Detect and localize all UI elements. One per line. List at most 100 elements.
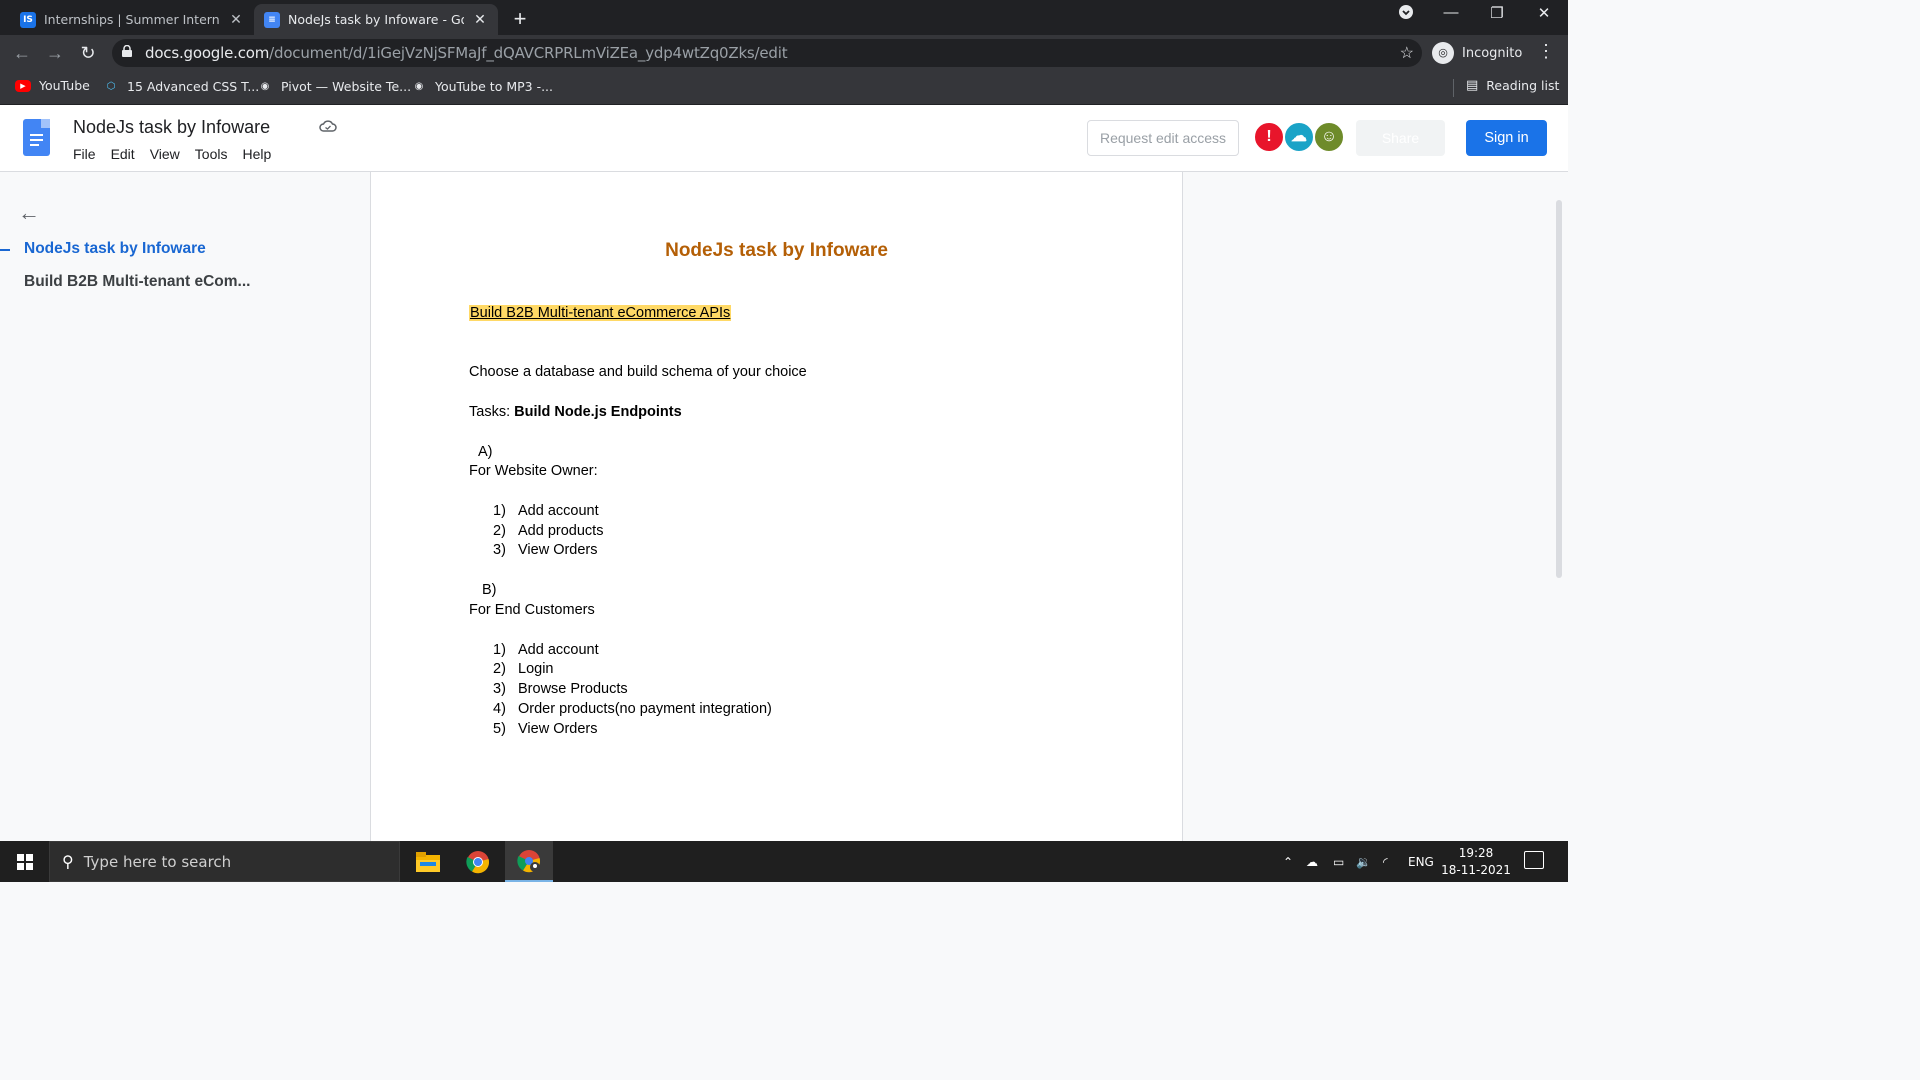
clock-time: 19:28: [1458, 846, 1494, 860]
reading-list-label: Reading list: [1486, 78, 1560, 93]
bookmarks-separator: [1453, 79, 1454, 97]
clock-date: 18-11-2021: [1441, 863, 1511, 877]
close-window-icon[interactable]: ✕: [1529, 4, 1559, 22]
docs-menu-bar: File Edit View Tools Help: [73, 146, 271, 162]
bookmark-youtube[interactable]: ▶ YouTube: [15, 78, 90, 93]
taskbar-clock[interactable]: 19:28 18-11-2021: [1440, 845, 1512, 879]
avatar[interactable]: !: [1253, 121, 1285, 153]
browser-tab-strip: IS Internships | Summer Internship ✕ ≡ N…: [0, 0, 1568, 35]
taskbar-search[interactable]: ⚲ Type here to search: [49, 841, 400, 882]
section-a-label: A): [478, 444, 493, 460]
bookmark-label: YouTube: [39, 78, 90, 93]
menu-tools[interactable]: Tools: [195, 146, 228, 162]
docs-logo-icon[interactable]: [23, 119, 50, 156]
forward-icon[interactable]: →: [43, 41, 67, 65]
start-button[interactable]: [0, 841, 49, 882]
list-item: 1) Add account: [493, 642, 599, 658]
list-item: 2) Add products: [493, 523, 604, 539]
document-subheading: Build B2B Multi-tenant eCommerce APIs: [469, 305, 732, 321]
reload-icon[interactable]: ↻: [76, 41, 100, 65]
reading-list[interactable]: ▤ Reading list: [1466, 78, 1559, 93]
menu-help[interactable]: Help: [242, 146, 271, 162]
chrome-incognito-icon[interactable]: [505, 841, 553, 882]
url-text: docs.google.com/document/d/1iGejVzNjSFMa…: [145, 44, 788, 62]
bookmark-pivot[interactable]: ◉ Pivot — Website Te...: [257, 78, 411, 94]
globe-icon: ◉: [414, 80, 424, 92]
list-item: 5) View Orders: [493, 721, 598, 737]
search-placeholder: Type here to search: [83, 852, 232, 871]
notification-center-icon[interactable]: [1524, 851, 1544, 869]
bookmark-label: 15 Advanced CSS T...: [127, 78, 260, 94]
internshala-favicon-icon: IS: [20, 11, 36, 28]
document-page: NodeJs task by Infoware Build B2B Multi-…: [370, 172, 1183, 841]
volume-icon[interactable]: 🔉: [1356, 841, 1371, 882]
list-item: 4) Order products(no payment integration): [493, 701, 772, 717]
incognito-profile[interactable]: ◎ Incognito: [1432, 40, 1522, 66]
cloud-status-icon[interactable]: [319, 119, 337, 135]
section-b-label: B): [482, 582, 497, 598]
close-tab-icon[interactable]: ✕: [228, 12, 244, 28]
bookmark-star-icon[interactable]: ☆: [1400, 43, 1414, 63]
list-item: 3) View Orders: [493, 542, 598, 558]
battery-icon[interactable]: ▭: [1333, 841, 1344, 882]
list-item: 3) Browse Products: [493, 681, 628, 697]
windows-taskbar: ⚲ Type here to search ⌃ ☁ ▭ 🔉 ◜ ENG 19:2…: [0, 841, 1568, 882]
restore-icon[interactable]: ❐: [1482, 4, 1512, 22]
bookmark-css[interactable]: ⬡ 15 Advanced CSS T...: [103, 78, 260, 94]
menu-edit[interactable]: Edit: [111, 146, 135, 162]
back-icon[interactable]: ←: [10, 41, 34, 65]
document-title[interactable]: NodeJs task by Infoware: [73, 117, 270, 138]
close-tab-icon[interactable]: ✕: [472, 12, 488, 28]
chrome-menu-icon[interactable]: ⋮: [1536, 41, 1556, 62]
file-explorer-icon[interactable]: [404, 841, 452, 882]
globe-icon: ◉: [260, 80, 270, 92]
tab-docs[interactable]: ≡ NodeJs task by Infoware - Googl ✕: [254, 4, 498, 35]
hexagon-icon: ⬡: [106, 80, 116, 92]
wifi-icon[interactable]: ◜: [1383, 841, 1388, 882]
youtube-icon: ▶: [15, 79, 31, 92]
tab-search-icon[interactable]: [1391, 4, 1421, 24]
outline-active-marker: [0, 249, 10, 251]
list-item: 2) Login: [493, 661, 554, 677]
list-item: 1) Add account: [493, 503, 599, 519]
outline-item-build[interactable]: Build B2B Multi-tenant eCom...: [24, 273, 250, 291]
incognito-label: Incognito: [1462, 45, 1523, 61]
right-margin-pane: [1183, 172, 1568, 841]
menu-file[interactable]: File: [73, 146, 96, 162]
outline-item-title[interactable]: NodeJs task by Infoware: [24, 240, 206, 258]
incognito-icon: ◎: [1432, 42, 1454, 64]
bookmark-yt-mp3[interactable]: ◉ YouTube to MP3 -...: [411, 78, 553, 94]
tab-title: NodeJs task by Infoware - Googl: [288, 12, 464, 27]
tasks-prefix: Tasks:: [469, 404, 515, 420]
close-outline-arrow-icon[interactable]: ←: [18, 200, 40, 226]
tab-internships[interactable]: IS Internships | Summer Internship ✕: [10, 4, 254, 35]
tab-title: Internships | Summer Internship: [44, 12, 220, 27]
docs-favicon-icon: ≡: [264, 11, 280, 28]
menu-view[interactable]: View: [150, 146, 180, 162]
intro-text: Choose a database and build schema of yo…: [469, 364, 807, 380]
search-icon: ⚲: [62, 852, 74, 871]
lock-icon[interactable]: [122, 44, 136, 61]
avatar[interactable]: ☺: [1313, 121, 1345, 153]
chrome-icon[interactable]: [454, 841, 502, 882]
minimize-icon[interactable]: —: [1436, 4, 1466, 21]
tasks-line: Tasks: Build Node.js Endpoints: [469, 404, 682, 420]
docs-header: NodeJs task by Infoware File Edit View T…: [0, 105, 1568, 172]
windows-logo-icon: [16, 853, 33, 870]
section-a-title: For Website Owner:: [469, 463, 598, 479]
language-indicator[interactable]: ENG: [1408, 841, 1434, 882]
share-button[interactable]: Share: [1356, 120, 1445, 156]
address-bar[interactable]: docs.google.com/document/d/1iGejVzNjSFMa…: [112, 39, 1422, 67]
outline-pane: ← NodeJs task by Infoware Build B2B Mult…: [0, 172, 370, 841]
request-edit-access-button[interactable]: Request edit access: [1087, 120, 1239, 156]
onedrive-icon[interactable]: ☁: [1306, 841, 1318, 882]
document-heading: NodeJs task by Infoware: [665, 240, 888, 261]
section-b-title: For End Customers: [469, 602, 595, 618]
sign-in-button[interactable]: Sign in: [1466, 120, 1547, 156]
browser-toolbar: ← → ↻ docs.google.com/document/d/1iGejVz…: [0, 35, 1568, 71]
avatar[interactable]: ☁: [1283, 121, 1315, 153]
vertical-scrollbar[interactable]: [1556, 200, 1562, 578]
show-hidden-icons[interactable]: ⌃: [1283, 841, 1293, 882]
new-tab-icon[interactable]: +: [508, 6, 532, 32]
reading-list-icon: ▤: [1466, 78, 1479, 93]
